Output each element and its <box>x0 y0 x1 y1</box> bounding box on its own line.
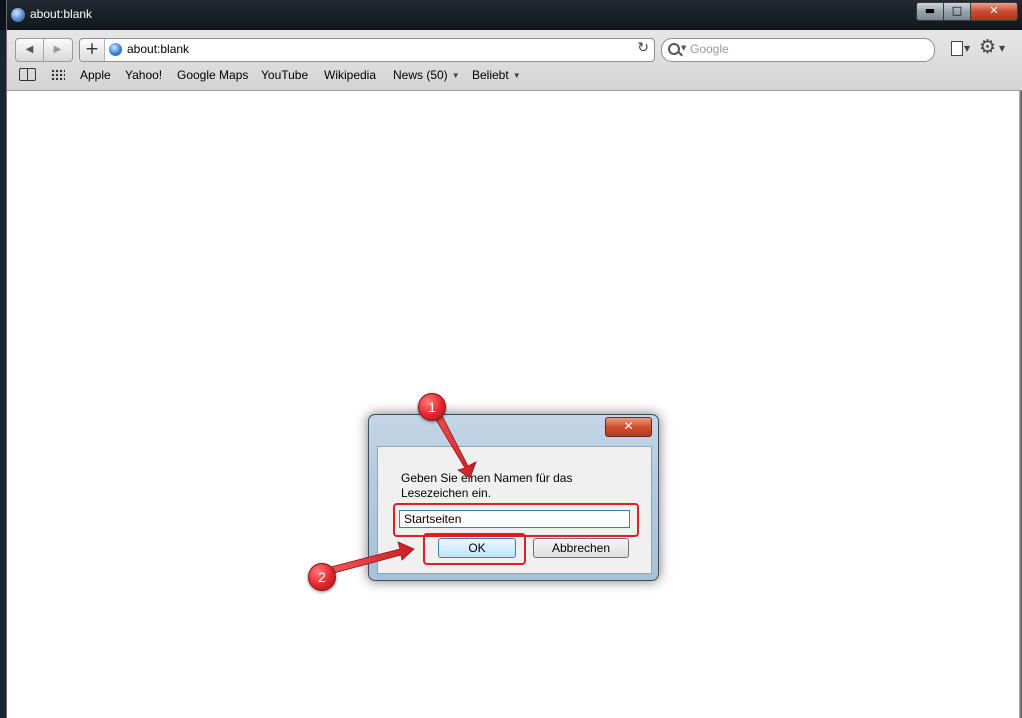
bookmark-wikipedia[interactable]: Wikipedia <box>324 68 376 82</box>
search-icon[interactable] <box>668 43 680 55</box>
dialog-prompt: Geben Sie einen Namen für das Lesezeiche… <box>401 471 601 501</box>
browser-window: about:blank ▬ □ ✕ ◀ ▶ + about:blank ↻ ▼ … <box>6 0 1022 718</box>
bookmarks-bar: Apple Yahoo! Google Maps YouTube Wikiped… <box>7 66 1022 86</box>
maximize-button[interactable]: □ <box>943 2 971 21</box>
settings-menu-button[interactable]: ⚙ ▼ <box>979 36 1007 59</box>
reading-list-icon[interactable] <box>19 68 37 81</box>
top-sites-grid-icon[interactable] <box>51 69 65 80</box>
bookmark-yahoo[interactable]: Yahoo! <box>125 68 162 82</box>
dialog-close-button[interactable]: ✕ <box>605 417 652 437</box>
chevron-down-icon: ▼ <box>451 71 460 80</box>
step-marker-2: 2 <box>308 563 336 591</box>
chevron-down-icon[interactable]: ▼ <box>681 44 686 52</box>
back-button[interactable]: ◀ <box>16 39 43 61</box>
prompt-line: Lesezeichen ein. <box>401 486 492 500</box>
window-title: about:blank <box>30 7 93 21</box>
search-input[interactable] <box>690 42 920 56</box>
minimize-button[interactable]: ▬ <box>916 2 944 21</box>
bookmark-name-dialog: ✕ Geben Sie einen Namen für das Lesezeic… <box>368 414 659 581</box>
page-content <box>7 91 1019 718</box>
browser-toolbar: ◀ ▶ + about:blank ↻ ▼ ▼ ⚙ ▼ Apple Yah <box>7 30 1022 91</box>
bookmark-youtube[interactable]: YouTube <box>261 68 308 82</box>
bookmark-name-input[interactable] <box>399 510 630 528</box>
cancel-button[interactable]: Abbrechen <box>533 538 629 558</box>
gear-icon: ⚙ <box>979 36 997 58</box>
close-window-button[interactable]: ✕ <box>970 2 1018 21</box>
globe-icon <box>11 8 25 22</box>
bookmark-google-maps[interactable]: Google Maps <box>177 68 248 82</box>
chevron-down-icon: ▼ <box>999 44 1006 53</box>
bookmark-folder-news[interactable]: News (50) ▼ <box>393 68 460 82</box>
bookmark-folder-label: News (50) <box>393 68 448 82</box>
address-text[interactable]: about:blank <box>127 42 189 56</box>
forward-button[interactable]: ▶ <box>44 39 71 61</box>
chevron-down-icon: ▼ <box>512 71 521 80</box>
globe-icon <box>109 43 122 56</box>
title-bar[interactable]: about:blank ▬ □ ✕ <box>7 0 1022 30</box>
bookmark-folder-beliebt[interactable]: Beliebt ▼ <box>472 68 521 82</box>
reload-icon[interactable]: ↻ <box>637 40 649 56</box>
search-field[interactable]: ▼ <box>661 38 935 62</box>
dialog-body: Geben Sie einen Namen für das Lesezeiche… <box>377 446 652 574</box>
step-marker-1: 1 <box>418 393 446 421</box>
ok-button[interactable]: OK <box>438 538 516 558</box>
bookmark-folder-label: Beliebt <box>472 68 509 82</box>
navigation-buttons: ◀ ▶ <box>15 38 73 62</box>
bookmark-apple[interactable]: Apple <box>80 68 111 82</box>
page-icon <box>951 41 963 56</box>
address-bar[interactable]: + about:blank ↻ <box>79 38 655 62</box>
prompt-line: Geben Sie einen Namen für das <box>401 471 573 485</box>
page-menu-button[interactable]: ▼ <box>949 39 973 59</box>
add-bookmark-button[interactable]: + <box>80 39 105 61</box>
chevron-down-icon: ▼ <box>964 44 971 53</box>
